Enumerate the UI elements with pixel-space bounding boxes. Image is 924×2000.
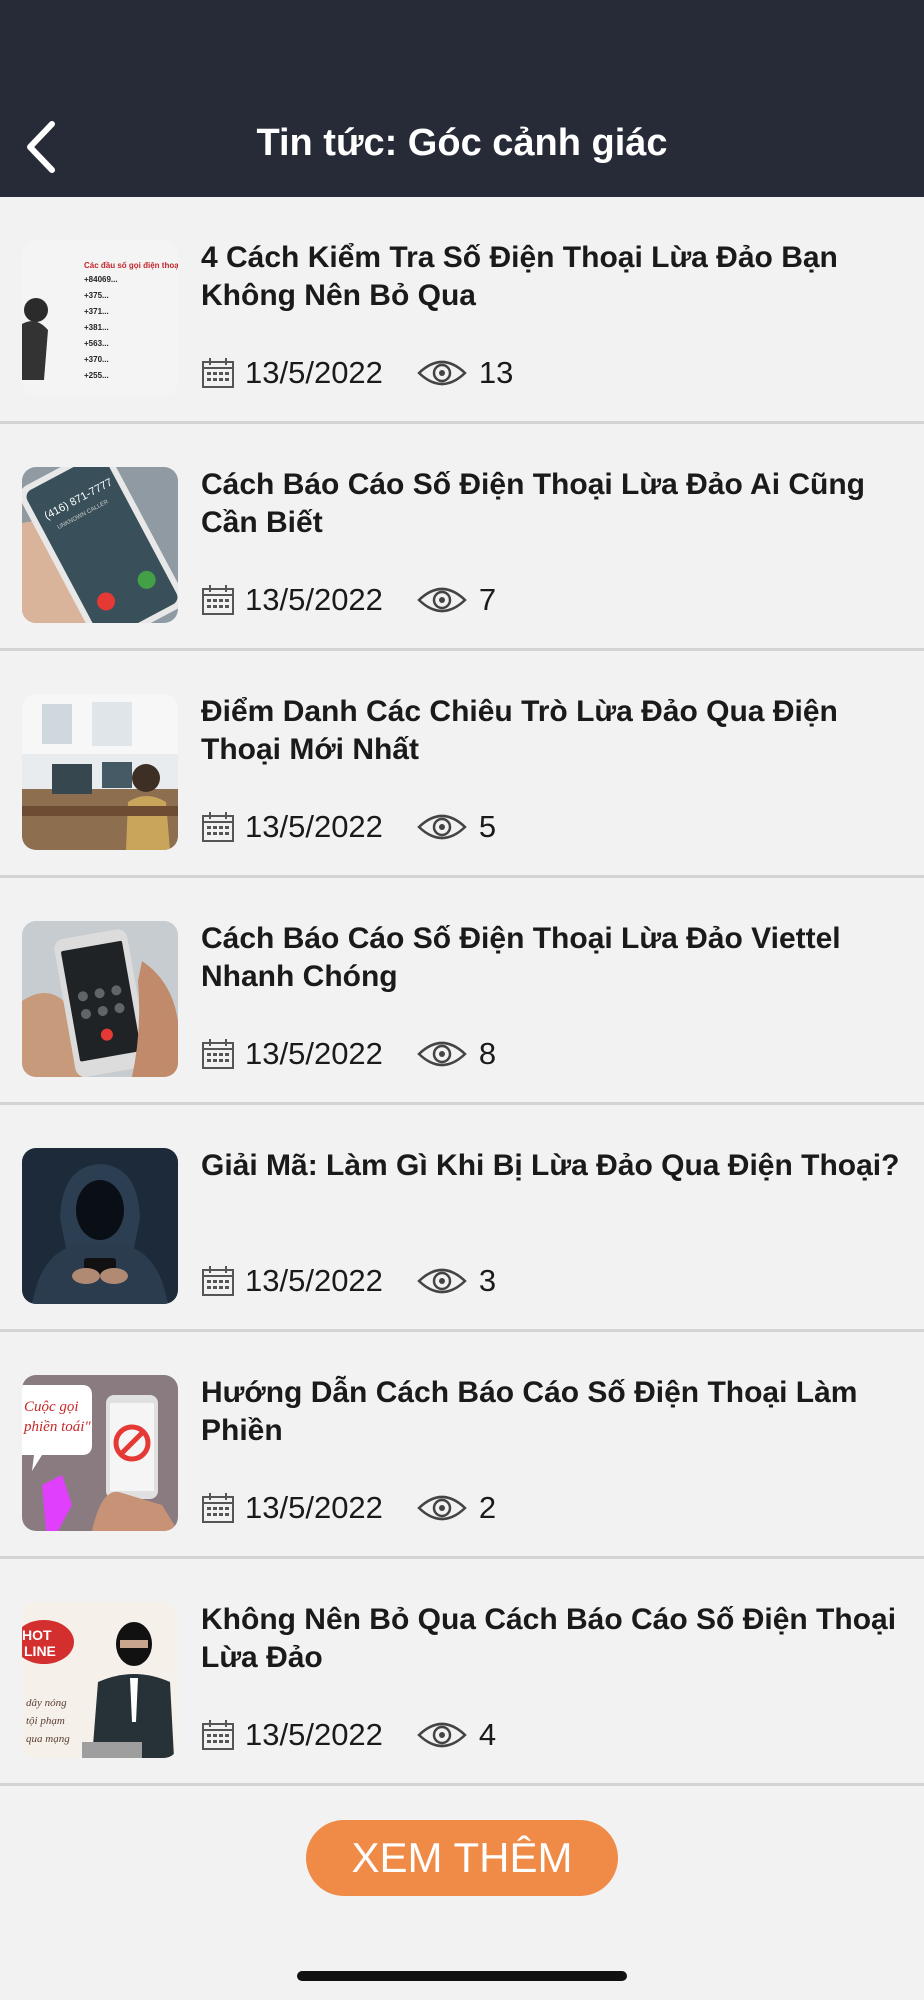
- article-thumbnail[interactable]: [22, 694, 178, 850]
- eye-icon: [417, 1722, 467, 1748]
- svg-text:Cuộc gọi: Cuộc gọi: [24, 1399, 79, 1415]
- svg-text:+84069...: +84069...: [84, 275, 118, 284]
- article-item[interactable]: Cuộc gọi phiền toái" Hướng Dẫn Cách Báo …: [0, 1332, 924, 1559]
- eye-icon: [417, 360, 467, 386]
- calendar-icon: [202, 1039, 234, 1069]
- article-title[interactable]: Hướng Dẫn Cách Báo Cáo Số Điện Thoại Làm…: [201, 1374, 900, 1450]
- article-date: 13/5/2022: [245, 1036, 383, 1071]
- eye-icon: [417, 1495, 467, 1521]
- calendar-icon: [202, 585, 234, 615]
- article-title[interactable]: Cách Báo Cáo Số Điện Thoại Lừa Đảo Viett…: [201, 920, 900, 996]
- calendar-icon: [202, 1720, 234, 1750]
- article-views: 3: [478, 1263, 497, 1298]
- article-meta: 13/5/2022 7: [201, 582, 496, 618]
- article-item[interactable]: Cách Báo Cáo Số Điện Thoại Lừa Đảo Viett…: [0, 878, 924, 1105]
- article-meta: 13/5/2022 13: [201, 355, 513, 391]
- article-views: 13: [478, 355, 514, 390]
- article-title[interactable]: 4 Cách Kiểm Tra Số Điện Thoại Lừa Đảo Bạ…: [201, 239, 900, 315]
- article-meta: 13/5/2022 8: [201, 1036, 496, 1072]
- app-header: Tin tức: Góc cảnh giác: [0, 0, 924, 197]
- svg-text:LINE: LINE: [24, 1643, 56, 1659]
- article-date: 13/5/2022: [245, 1490, 383, 1525]
- article-thumbnail[interactable]: Các đầu số gọi điện thoại +84069... +375…: [22, 240, 178, 396]
- article-item[interactable]: HOT LINE dây nóng tội phạm qua mạng Khôn…: [0, 1559, 924, 1786]
- article-thumbnail[interactable]: HOT LINE dây nóng tội phạm qua mạng: [22, 1602, 178, 1758]
- article-date: 13/5/2022: [245, 809, 383, 844]
- article-title[interactable]: Cách Báo Cáo Số Điện Thoại Lừa Đảo Ai Cũ…: [201, 466, 900, 542]
- article-item[interactable]: Các đầu số gọi điện thoại +84069... +375…: [0, 197, 924, 424]
- article-list: Các đầu số gọi điện thoại +84069... +375…: [0, 197, 924, 1786]
- article-thumbnail[interactable]: [22, 1148, 178, 1304]
- load-more-button[interactable]: XEM THÊM: [306, 1820, 618, 1896]
- home-indicator[interactable]: [297, 1971, 627, 1981]
- svg-text:+255...: +255...: [84, 371, 109, 380]
- calendar-icon: [202, 1266, 234, 1296]
- article-meta: 13/5/2022 2: [201, 1490, 496, 1526]
- article-date: 13/5/2022: [245, 582, 383, 617]
- article-views: 5: [478, 809, 497, 844]
- page-title: Tin tức: Góc cảnh giác: [256, 122, 668, 164]
- article-views: 4: [478, 1717, 497, 1752]
- svg-text:+370...: +370...: [84, 355, 109, 364]
- svg-text:+375...: +375...: [84, 291, 109, 300]
- article-item[interactable]: Điểm Danh Các Chiêu Trò Lừa Đảo Qua Điện…: [0, 651, 924, 878]
- svg-text:qua mạng: qua mạng: [26, 1733, 70, 1745]
- article-date: 13/5/2022: [245, 1263, 383, 1298]
- article-meta: 13/5/2022 3: [201, 1263, 496, 1299]
- article-thumbnail[interactable]: (416) 871-7777 UNKNOWN CALLER: [22, 467, 178, 623]
- eye-icon: [417, 1041, 467, 1067]
- article-title[interactable]: Giải Mã: Làm Gì Khi Bị Lừa Đảo Qua Điện …: [201, 1147, 900, 1185]
- article-thumbnail[interactable]: Cuộc gọi phiền toái": [22, 1375, 178, 1531]
- svg-text:phiền toái": phiền toái": [23, 1419, 91, 1435]
- thumb-caption: Các đầu số gọi điện thoại: [84, 261, 178, 270]
- article-views: 8: [478, 1036, 497, 1071]
- eye-icon: [417, 587, 467, 613]
- article-title[interactable]: Điểm Danh Các Chiêu Trò Lừa Đảo Qua Điện…: [201, 693, 900, 769]
- eye-icon: [417, 1268, 467, 1294]
- svg-text:dây nóng: dây nóng: [26, 1697, 67, 1709]
- svg-text:+381...: +381...: [84, 323, 109, 332]
- svg-text:HOT: HOT: [22, 1627, 52, 1643]
- article-item[interactable]: (416) 871-7777 UNKNOWN CALLER Cách Báo C…: [0, 424, 924, 651]
- article-meta: 13/5/2022 5: [201, 809, 496, 845]
- calendar-icon: [202, 358, 234, 388]
- article-item[interactable]: Giải Mã: Làm Gì Khi Bị Lừa Đảo Qua Điện …: [0, 1105, 924, 1332]
- calendar-icon: [202, 812, 234, 842]
- article-thumbnail[interactable]: [22, 921, 178, 1077]
- article-views: 2: [478, 1490, 497, 1525]
- load-more-container: XEM THÊM: [0, 1820, 924, 1896]
- article-date: 13/5/2022: [245, 355, 383, 390]
- svg-text:tội phạm: tội phạm: [26, 1715, 65, 1727]
- svg-text:+371...: +371...: [84, 307, 109, 316]
- article-title[interactable]: Không Nên Bỏ Qua Cách Báo Cáo Số Điện Th…: [201, 1601, 900, 1677]
- svg-text:+563...: +563...: [84, 339, 109, 348]
- article-meta: 13/5/2022 4: [201, 1717, 496, 1753]
- article-views: 7: [478, 582, 497, 617]
- eye-icon: [417, 814, 467, 840]
- calendar-icon: [202, 1493, 234, 1523]
- article-date: 13/5/2022: [245, 1717, 383, 1752]
